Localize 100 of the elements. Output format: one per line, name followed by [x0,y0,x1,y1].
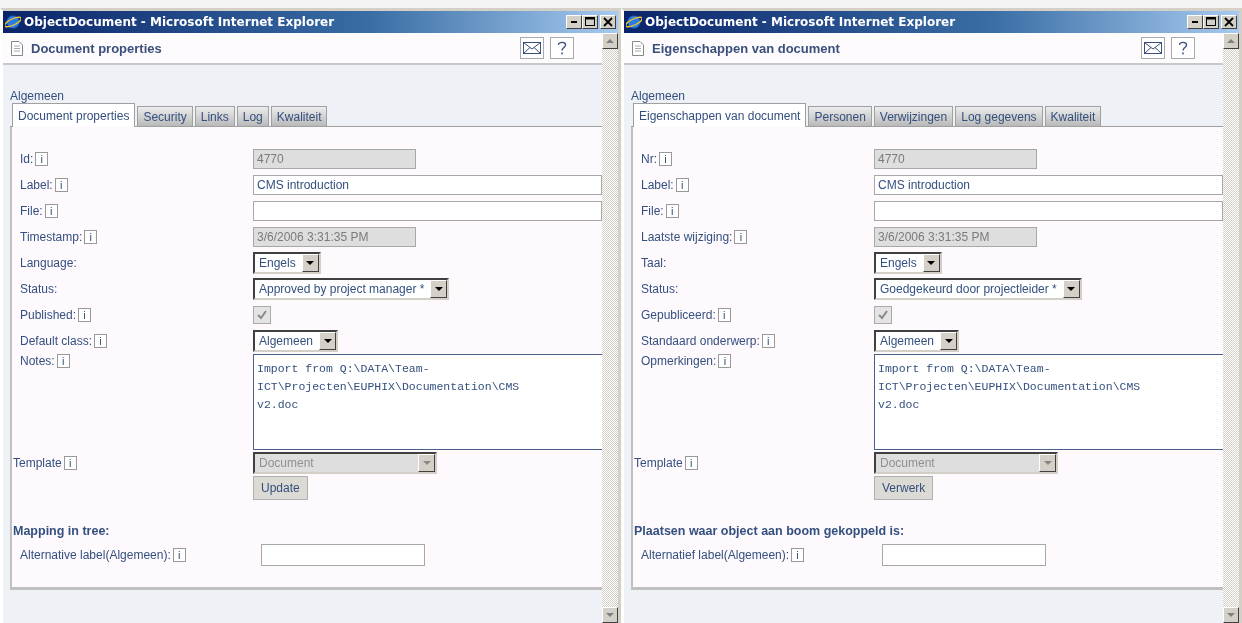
field-label: Status: [20,282,58,296]
field-label: File: [641,204,664,218]
info-button[interactable]: i [56,354,70,368]
field-label: Alternative label(Algemeen): [20,548,171,562]
mail-button[interactable] [520,37,544,59]
field-label: Template [634,456,683,470]
field-label: Taal: [641,256,667,270]
close-icon [1224,17,1234,27]
update-button[interactable]: Update [253,476,308,500]
envelope-icon [1144,42,1162,54]
scrollbar[interactable] [602,33,618,623]
caret-icon [1067,287,1076,291]
section-label: Algemeen [10,89,66,103]
maximize-button[interactable] [1203,15,1219,29]
caret-icon [1043,461,1052,465]
text-field[interactable] [882,544,1046,566]
field-label: Opmerkingen: [641,354,717,368]
tab[interactable]: Security [137,106,193,126]
field-label: Notes: [20,354,55,368]
page-title: Document properties [31,40,163,56]
text-field[interactable]: CMS introduction [253,175,602,195]
field-label: Nr: [641,152,657,166]
tab[interactable]: Log [236,106,269,126]
notes-field[interactable]: Import from Q:\DATA\Team- ICT\Projecten\EUPHIX\Documentation\CMS v2.doc [253,354,602,450]
scrollbar[interactable] [1223,33,1239,623]
section-heading: Plaatsen waar object aan boom gekoppeld is: [634,524,906,538]
tab[interactable]: Personen [808,106,872,126]
info-button[interactable]: i [718,354,732,368]
text-field[interactable]: CMS introduction [874,175,1223,195]
info-button[interactable]: i [44,204,58,218]
field-label: File: [20,204,43,218]
text-field[interactable] [253,201,602,221]
field-label: Timestamp: [20,230,83,244]
dropdown[interactable]: Algemeen [874,330,960,352]
tab[interactable]: Links [194,106,235,126]
caret-icon [434,287,443,291]
up-arrow-icon [606,39,614,43]
page-title: Eigenschappen van document [652,40,841,56]
scroll-down-button[interactable] [1223,607,1239,623]
help-button[interactable] [1171,37,1195,59]
tab[interactable]: Verwijzingen [873,106,954,126]
document-icon [632,40,644,56]
field-label: Alternatief label(Algemeen): [641,548,790,562]
notes-field[interactable]: Import from Q:\DATA\Team- ICT\Projecten\EUPHIX\Documentation\CMS v2.doc [874,354,1223,450]
tab[interactable]: Document properties [12,103,136,127]
info-button[interactable]: i [54,178,68,192]
dropdown[interactable]: Goedgekeurd door projectleider * [874,278,1082,300]
mail-button[interactable] [1141,37,1165,59]
dropdown[interactable]: Engels [874,252,942,274]
field-label: Status: [641,282,679,296]
close-button[interactable] [600,15,616,29]
close-icon [603,17,613,27]
info-button[interactable]: i [94,334,108,348]
field-label: Default class: [20,334,93,348]
minimize-button[interactable] [566,15,582,29]
help-icon [1178,41,1188,55]
dropdown[interactable]: Approved by project manager * [253,278,450,300]
minimize-button[interactable] [1187,15,1203,29]
section-label: Algemeen [631,89,687,103]
envelope-icon [523,42,541,54]
info-button[interactable]: i [761,334,775,348]
field-label: Label: [20,178,53,192]
caret-icon [323,339,332,343]
help-icon [557,41,567,55]
info-button[interactable]: i [172,548,186,562]
text-field[interactable] [261,544,425,566]
info-button[interactable]: i [665,204,679,218]
dropdown[interactable]: Engels [253,252,321,274]
tab[interactable]: Log gegevens [955,106,1043,126]
maximize-button[interactable] [582,15,598,29]
browser-icon [5,14,21,30]
scroll-up-button[interactable] [1223,33,1239,49]
tab[interactable]: Kwaliteit [270,106,328,126]
help-button[interactable] [550,37,574,59]
down-arrow-icon [606,613,614,617]
dropdown[interactable]: Algemeen [253,330,339,352]
caret-icon [927,261,936,265]
tab[interactable]: Kwaliteit [1044,106,1102,126]
field-label: Template [13,456,62,470]
info-button[interactable]: i [675,178,689,192]
window-title: ObjectDocument - Microsoft Internet Explorer [24,15,336,29]
maximize-icon [585,17,595,27]
update-button[interactable]: Verwerk [874,476,934,500]
scroll-down-button[interactable] [602,607,618,623]
minimize-icon [1192,21,1198,23]
text-field[interactable] [874,201,1223,221]
field-label: Laatste wijziging: [641,230,733,244]
field-label: Label: [641,178,674,192]
maximize-icon [1206,17,1216,27]
close-button[interactable] [1221,15,1237,29]
scroll-up-button[interactable] [602,33,618,49]
field-label: Id: [20,152,34,166]
info-button[interactable]: i [791,548,805,562]
check-icon [877,309,889,321]
check-icon [256,309,268,321]
tab[interactable]: Eigenschappen van document [633,103,807,127]
field-label: Gepubliceerd: [641,308,716,322]
up-arrow-icon [1227,39,1235,43]
minimize-icon [571,21,577,23]
field-label: Standaard onderwerp: [641,334,760,348]
